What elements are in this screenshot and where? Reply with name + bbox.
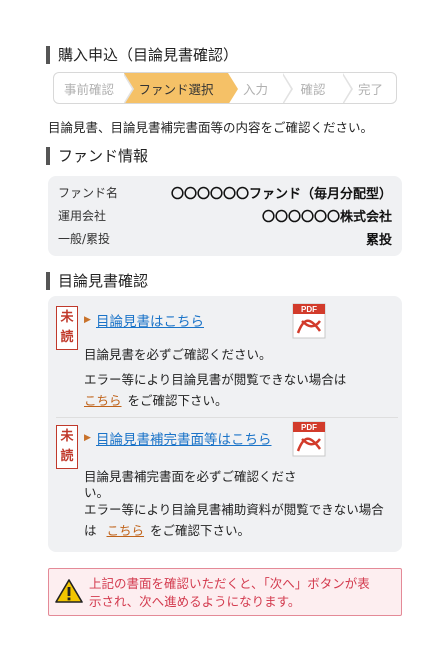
fund-row-company: 運用会社 〇〇〇〇〇〇株式会社	[58, 205, 392, 225]
supplement-link[interactable]: 目論見書補完書面等はこちら	[96, 428, 272, 448]
triangle-right-icon: ▶	[84, 433, 91, 443]
unread-badge: 未 読	[56, 425, 78, 469]
pdf-icon-label: PDF	[301, 423, 317, 432]
prospectus-note: 目論見書を必ずご確認ください。	[84, 347, 272, 362]
warning-line: 上記の書面を確認いただくと、「次へ」ボタンが表	[89, 576, 370, 591]
warning-line: 示され、次へ進めるようになります。	[89, 594, 301, 609]
triangle-right-icon: ▶	[84, 315, 91, 325]
supplement-alt-link[interactable]: こちら	[107, 523, 145, 538]
supplement-error-text: エラー等により目論見書補助資料が閲覧できない場合	[84, 502, 384, 517]
company-label: 運用会社	[58, 208, 107, 223]
supplement-note-line1: 目論見書補完書面を必ずご確認くださ	[84, 469, 297, 484]
pdf-icon[interactable]: PDF	[292, 421, 326, 457]
unread-badge-char: 読	[60, 330, 74, 345]
step-label: ファンド選択	[138, 81, 214, 97]
step-label: 完了	[357, 81, 383, 97]
intro-text: 目論見書、目論見書補完書面等の内容をご確認ください。	[48, 120, 374, 135]
page-title: 購入申込（目論見書確認）	[46, 46, 238, 64]
prospectus-link[interactable]: 目論見書はこちら	[96, 310, 204, 330]
fund-info-heading: ファンド情報	[46, 147, 148, 165]
warning-box: 上記の書面を確認いただくと、「次へ」ボタンが表 示され、次へ進めるようになります…	[48, 568, 402, 616]
step-chevron	[342, 73, 353, 103]
step-label: 確認	[300, 81, 326, 97]
docs-panel: 未 読 ▶ 目論見書はこちら PDF 目論見書を必ずご確認ください。 エラー等に…	[48, 296, 402, 552]
step-label: 入力	[242, 81, 268, 97]
prospectus-alt-line: こちら をご確認下さい。	[84, 391, 228, 410]
progress-stepper: 事前確認 ファンド選択 入力 確認 完了	[53, 72, 397, 104]
supplement-alt-suffix: をご確認下さい。	[150, 523, 251, 538]
fund-name-value: 〇〇〇〇〇〇ファンド（毎月分配型）	[170, 186, 392, 202]
step-pre-check: 事前確認	[54, 73, 134, 103]
fund-row-name: ファンド名 〇〇〇〇〇〇ファンド（毎月分配型）	[58, 182, 392, 202]
step-chevron	[282, 73, 293, 103]
prospectus-alt-link[interactable]: こちら	[84, 393, 122, 408]
prospectus-alt-suffix: をご確認下さい。	[127, 393, 228, 408]
step-chevron	[228, 73, 238, 103]
step-label: 事前確認	[63, 81, 114, 97]
fund-info-panel: ファンド名 〇〇〇〇〇〇ファンド（毎月分配型） 運用会社 〇〇〇〇〇〇株式会社 …	[48, 176, 402, 256]
type-label: 一般/累投	[58, 231, 111, 246]
supplement-alt-line: は こちら をご確認下さい。	[84, 521, 250, 540]
company-value: 〇〇〇〇〇〇株式会社	[261, 209, 392, 225]
unread-badge: 未 読	[56, 306, 78, 350]
unread-badge-char: 未	[60, 429, 74, 444]
divider	[56, 417, 398, 418]
warning-icon	[55, 579, 83, 603]
step-fund-select: ファンド選択	[124, 73, 238, 103]
pdf-icon[interactable]: PDF	[292, 303, 326, 339]
docs-heading: 目論見書確認	[46, 272, 148, 290]
fund-row-type: 一般/累投 累投	[58, 228, 392, 248]
warning-text: 上記の書面を確認いただくと、「次へ」ボタンが表 示され、次へ進めるようになります…	[89, 575, 399, 611]
unread-badge-char: 読	[60, 449, 74, 464]
step-chevron	[123, 73, 134, 103]
prospectus-error-text: エラー等により目論見書が閲覧できない場合は	[84, 372, 347, 387]
supplement-alt-prefix: は	[84, 523, 97, 538]
type-value: 累投	[365, 232, 392, 248]
unread-badge-char: 未	[60, 310, 74, 325]
pdf-icon-label: PDF	[301, 305, 317, 314]
fund-name-label: ファンド名	[58, 185, 119, 200]
